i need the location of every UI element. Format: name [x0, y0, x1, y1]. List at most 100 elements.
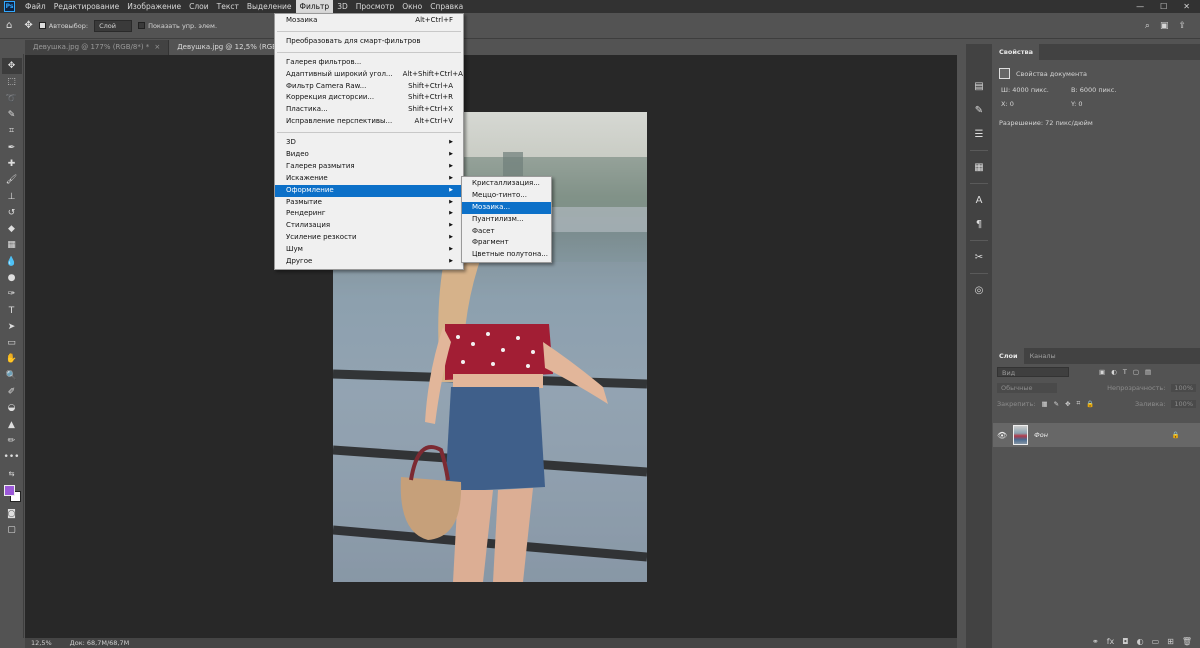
color-sampler-icon[interactable]: ✐: [2, 384, 22, 400]
healing-tool-icon[interactable]: ✚: [2, 156, 22, 172]
filter-smart-icon[interactable]: ▤: [1145, 368, 1151, 376]
zoom-tool-icon[interactable]: 🔍: [2, 368, 22, 384]
menu-item-stylize[interactable]: Стилизация ▶: [275, 220, 463, 232]
tab-layers[interactable]: Слои: [993, 348, 1024, 364]
dodge-tool-icon[interactable]: ●: [2, 270, 22, 286]
new-group-icon[interactable]: ▭: [1152, 637, 1160, 646]
move-tool-icon[interactable]: ✥: [24, 20, 32, 31]
menu-item-blur[interactable]: Размытие ▶: [275, 197, 463, 209]
layer-name[interactable]: Фон: [1034, 431, 1048, 439]
search-icon[interactable]: ⌕: [1145, 21, 1150, 31]
maximize-button[interactable]: ☐: [1160, 2, 1167, 11]
paragraph-styles-icon[interactable]: ▦: [971, 159, 987, 175]
ruler-tool-icon[interactable]: ✏: [2, 433, 22, 449]
hand-tool-icon[interactable]: ✋: [2, 351, 22, 367]
shape-tool-icon[interactable]: ▭: [2, 335, 22, 351]
swap-colors-icon[interactable]: ⇆: [2, 465, 22, 481]
lock-artboard-icon[interactable]: ⌗: [1077, 399, 1081, 408]
zoom-level[interactable]: 12,5%: [31, 639, 52, 647]
menu-image[interactable]: Изображение: [123, 0, 185, 13]
menu-select[interactable]: Выделение: [243, 0, 296, 13]
screen-mode-icon[interactable]: ▢: [2, 522, 22, 538]
path-select-icon[interactable]: ➤: [2, 319, 22, 335]
fill-value[interactable]: 100%: [1171, 399, 1196, 408]
crop-tool-icon[interactable]: ⌗: [2, 123, 22, 139]
tab-document-1[interactable]: Девушка.jpg @ 177% (RGB/8*) * ×: [25, 40, 170, 55]
autoselect-checkbox[interactable]: [38, 22, 49, 30]
width-value[interactable]: 4000 пикс.: [1012, 86, 1049, 94]
menu-layers[interactable]: Слои: [185, 0, 213, 13]
fx-icon[interactable]: fx: [1107, 637, 1115, 646]
filter-shape-icon[interactable]: ▢: [1133, 368, 1139, 376]
more-tools-icon[interactable]: •••: [2, 449, 22, 465]
submenu-item-fragment[interactable]: Фрагмент: [462, 237, 551, 249]
y-value[interactable]: 0: [1078, 100, 1082, 108]
history-panel-icon[interactable]: ▤: [971, 78, 987, 94]
submenu-item-crystallize[interactable]: Кристаллизация...: [462, 178, 551, 190]
tab-properties[interactable]: Свойства: [993, 44, 1040, 60]
eyedropper-tool-icon[interactable]: ✒: [2, 139, 22, 155]
minimize-button[interactable]: —: [1136, 2, 1144, 11]
quick-mask-icon[interactable]: ◙: [2, 506, 22, 522]
type-tool-icon[interactable]: T: [2, 302, 22, 318]
layer-row[interactable]: 👁 Фон 🔒: [993, 423, 1200, 447]
pen-tool-icon[interactable]: ✑: [2, 286, 22, 302]
menu-help[interactable]: Справка: [426, 0, 467, 13]
menu-item-video[interactable]: Видео ▶: [275, 149, 463, 161]
add-mask-icon[interactable]: ◘: [1122, 637, 1128, 646]
adjustments-panel-icon[interactable]: ☰: [971, 126, 987, 142]
new-layer-icon[interactable]: ⊞: [1167, 637, 1174, 646]
share-icon[interactable]: ⇪: [1178, 21, 1186, 31]
lasso-tool-icon[interactable]: ➰: [2, 91, 22, 107]
menu-item-3d[interactable]: 3D ▶: [275, 137, 463, 149]
home-icon[interactable]: ⌂: [6, 20, 12, 31]
visibility-eye-icon[interactable]: 👁: [997, 431, 1007, 440]
menu-item-last-filter[interactable]: Мозаика Alt+Ctrl+F: [275, 15, 463, 27]
autoselect-dropdown[interactable]: Слой: [94, 19, 133, 32]
lock-transparent-icon[interactable]: ▦: [1041, 400, 1047, 408]
menu-item-camera-raw[interactable]: Фильтр Camera Raw... Shift+Ctrl+A: [275, 81, 463, 93]
foreground-color-swatch[interactable]: [3, 484, 15, 496]
menu-file[interactable]: Файл: [21, 0, 50, 13]
quick-select-tool-icon[interactable]: ✎: [2, 107, 22, 123]
menu-item-lens-correction[interactable]: Коррекция дисторсии... Shift+Ctrl+R: [275, 92, 463, 104]
move-tool-icon[interactable]: ✥: [1, 58, 22, 75]
marquee-tool-icon[interactable]: ⬚: [2, 74, 22, 90]
gradient-tool-icon[interactable]: ▦: [2, 237, 22, 253]
menu-item-vanishing-point[interactable]: Исправление перспективы... Alt+Ctrl+V: [275, 116, 463, 128]
menu-item-adaptive-wide-angle[interactable]: Адаптивный широкий угол... Alt+Shift+Ctrl…: [275, 69, 463, 81]
menu-filter[interactable]: Фильтр: [295, 0, 334, 13]
menu-item-sharpen[interactable]: Усиление резкости ▶: [275, 232, 463, 244]
tools-presets-icon[interactable]: ✂: [971, 249, 987, 265]
menu-item-blur-gallery[interactable]: Галерея размытия ▶: [275, 161, 463, 173]
height-value[interactable]: 6000 пикс.: [1080, 86, 1117, 94]
link-layers-icon[interactable]: ⚭: [1092, 637, 1099, 646]
menu-text[interactable]: Текст: [213, 0, 243, 13]
menu-item-distort[interactable]: Искажение ▶: [275, 173, 463, 185]
filter-type-icon[interactable]: T: [1123, 368, 1127, 376]
submenu-item-facet[interactable]: Фасет: [462, 226, 551, 238]
menu-item-filter-gallery[interactable]: Галерея фильтров...: [275, 57, 463, 69]
close-button[interactable]: ✕: [1183, 2, 1190, 11]
blur-tool-icon[interactable]: 💧: [2, 254, 22, 270]
menu-item-render[interactable]: Рендеринг ▶: [275, 208, 463, 220]
workspace-icon[interactable]: ▣: [1160, 21, 1169, 31]
submenu-item-pointillize[interactable]: Пуантилизм...: [462, 214, 551, 226]
sharpen-tool-icon[interactable]: ▲: [2, 417, 22, 433]
filter-image-icon[interactable]: ▣: [1099, 368, 1105, 376]
menu-item-liquify[interactable]: Пластика... Shift+Ctrl+X: [275, 104, 463, 116]
tab-close-icon[interactable]: ×: [154, 43, 160, 51]
menu-3d[interactable]: 3D: [333, 0, 352, 13]
opacity-value[interactable]: 100%: [1171, 384, 1196, 392]
paint-bucket-icon[interactable]: ◒: [2, 400, 22, 416]
delete-layer-icon[interactable]: 🗑: [1182, 637, 1192, 646]
adjustment-layer-icon[interactable]: ◐: [1137, 637, 1144, 646]
layer-search-input[interactable]: Вид: [997, 367, 1069, 377]
menu-item-noise[interactable]: Шум ▶: [275, 244, 463, 256]
history-brush-icon[interactable]: ↺: [2, 205, 22, 221]
submenu-item-mosaic[interactable]: Мозаика...: [462, 201, 551, 214]
menu-item-smart-filters[interactable]: Преобразовать для смарт-фильтров: [275, 36, 463, 48]
lock-all-icon[interactable]: 🔒: [1086, 400, 1094, 408]
menu-item-other[interactable]: Другое ▶: [275, 256, 463, 268]
brush-panel-icon[interactable]: ✎: [971, 102, 987, 118]
